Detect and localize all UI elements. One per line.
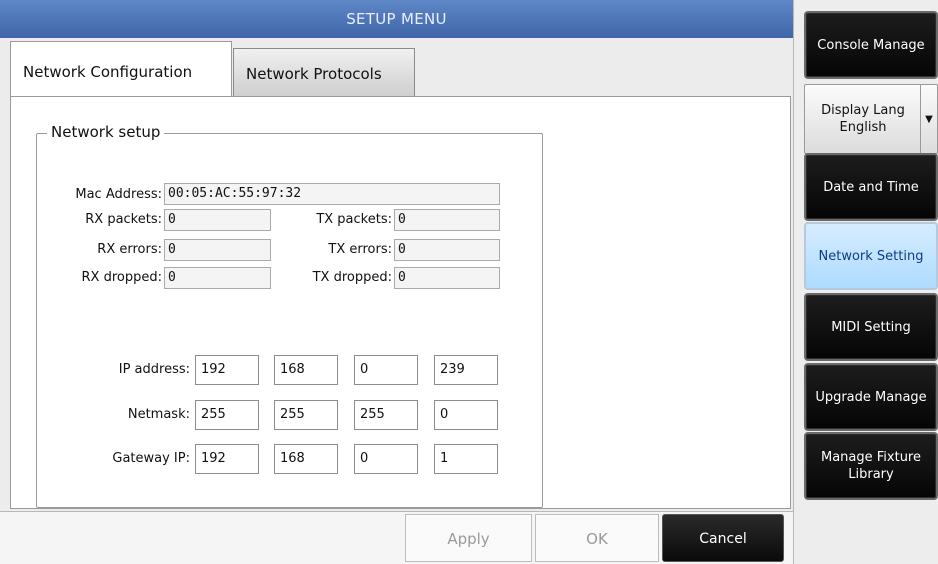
tx-dropped-label: TX dropped:: [312, 270, 392, 285]
ip-address-label: IP address:: [118, 362, 190, 377]
ip-octet-3[interactable]: 0: [354, 355, 418, 385]
netmask-octet-1[interactable]: 255: [195, 400, 259, 430]
rx-packets-field: 0: [164, 209, 271, 231]
rx-errors-field: 0: [164, 239, 271, 261]
rx-dropped-label: RX dropped:: [81, 270, 162, 285]
tab-network-configuration[interactable]: Network Configuration: [10, 41, 232, 96]
netmask-octet-4[interactable]: 0: [434, 400, 498, 430]
sidebar-item-manage-fixture-library[interactable]: Manage Fixture Library: [804, 432, 938, 500]
sidebar-item-network-setting[interactable]: Network Setting: [804, 222, 938, 290]
window-title: SETUP MENU: [0, 0, 793, 38]
tx-packets-field: 0: [394, 209, 500, 231]
ip-octet-4[interactable]: 239: [434, 355, 498, 385]
tx-errors-label: TX errors:: [328, 242, 392, 257]
gateway-octet-4[interactable]: 1: [434, 444, 498, 474]
tx-errors-field: 0: [394, 239, 500, 261]
sidebar-item-date-time[interactable]: Date and Time: [804, 153, 938, 221]
mac-address-field: 00:05:AC:55:97:32: [164, 183, 500, 205]
netmask-octet-3[interactable]: 255: [354, 400, 418, 430]
group-label: Network setup: [47, 123, 165, 141]
tab-network-protocols[interactable]: Network Protocols: [233, 48, 415, 97]
netmask-label: Netmask:: [127, 407, 190, 422]
sidebar-item-upgrade-manage[interactable]: Upgrade Manage: [804, 363, 938, 431]
cancel-button[interactable]: Cancel: [662, 514, 784, 562]
tx-dropped-field: 0: [394, 267, 500, 289]
gateway-octet-3[interactable]: 0: [354, 444, 418, 474]
gateway-octet-2[interactable]: 168: [274, 444, 338, 474]
ip-octet-2[interactable]: 168: [274, 355, 338, 385]
rx-dropped-field: 0: [164, 267, 271, 289]
gateway-octet-1[interactable]: 192: [195, 444, 259, 474]
ok-button[interactable]: OK: [535, 514, 659, 562]
sidebar-item-midi-setting[interactable]: MIDI Setting: [804, 293, 938, 361]
rx-packets-label: RX packets:: [85, 212, 162, 227]
apply-button[interactable]: Apply: [405, 514, 532, 562]
gateway-label: Gateway IP:: [112, 451, 190, 466]
display-language-select[interactable]: Display Lang English ▼: [804, 84, 938, 154]
sidebar-item-console-manage[interactable]: Console Manage: [804, 11, 938, 79]
manage-fixture-label-line1: Manage Fixture: [820, 450, 921, 465]
ip-octet-1[interactable]: 192: [195, 355, 259, 385]
chevron-down-icon[interactable]: ▼: [920, 85, 937, 153]
tx-packets-label: TX packets:: [316, 212, 392, 227]
mac-address-label: Mac Address:: [75, 187, 162, 202]
manage-fixture-label-line2: Library: [848, 467, 894, 482]
display-language-value: English: [839, 120, 887, 135]
netmask-octet-2[interactable]: 255: [274, 400, 338, 430]
display-language-label: Display Lang: [821, 103, 905, 118]
rx-errors-label: RX errors:: [97, 242, 162, 257]
